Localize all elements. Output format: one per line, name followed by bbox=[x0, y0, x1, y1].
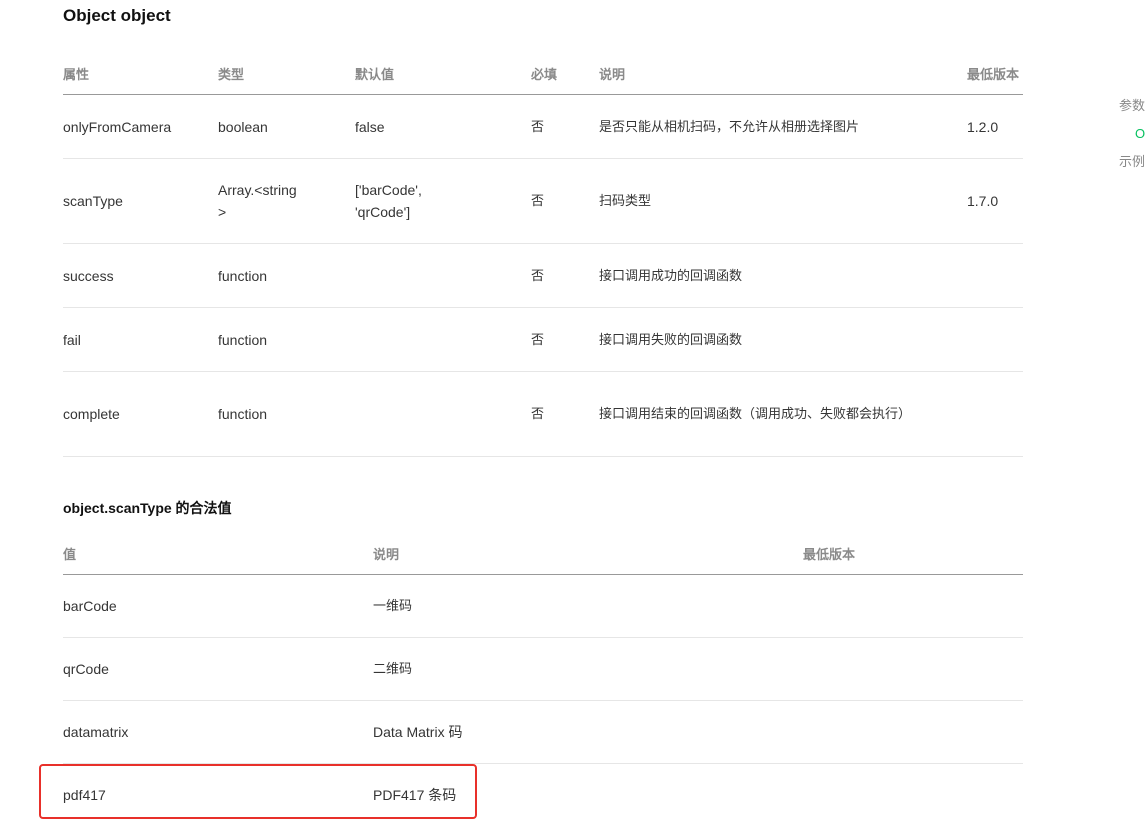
cell-min-version bbox=[967, 371, 1023, 457]
cell-type: boolean bbox=[218, 94, 355, 159]
scantype-values-table: 值 说明 最低版本 barCode 一维码 qrCode 二维码 datamat bbox=[63, 532, 1023, 826]
cell-value: pdf417 bbox=[63, 763, 373, 826]
cell-value: qrCode bbox=[63, 637, 373, 701]
header-property: 属性 bbox=[63, 52, 218, 95]
cell-property: onlyFromCamera bbox=[63, 94, 218, 159]
header-type: 类型 bbox=[218, 52, 355, 95]
cell-property: fail bbox=[63, 307, 218, 372]
cell-required: 否 bbox=[531, 371, 599, 457]
cell-property: complete bbox=[63, 371, 218, 457]
toc-item-params[interactable]: 参数 bbox=[1119, 96, 1145, 124]
cell-type: function bbox=[218, 307, 355, 372]
table-row: datamatrix Data Matrix 码 bbox=[63, 700, 1023, 764]
cell-description: 接口调用结束的回调函数（调用成功、失败都会执行） bbox=[599, 371, 967, 457]
cell-default: false bbox=[355, 94, 531, 159]
header-value: 值 bbox=[63, 532, 373, 575]
table-row: success function 否 接口调用成功的回调函数 bbox=[63, 243, 1023, 308]
cell-type: function bbox=[218, 243, 355, 308]
cell-default bbox=[355, 307, 531, 372]
cell-required: 否 bbox=[531, 307, 599, 372]
cell-required: 否 bbox=[531, 158, 599, 244]
cell-default bbox=[355, 243, 531, 308]
table-row: fail function 否 接口调用失败的回调函数 bbox=[63, 307, 1023, 372]
cell-min-version bbox=[803, 637, 1023, 701]
table-row: barCode 一维码 bbox=[63, 574, 1023, 638]
doc-page: Object object 属性 类型 默认值 必填 说明 最低版本 onlyF… bbox=[0, 0, 1147, 826]
cell-min-version bbox=[803, 574, 1023, 638]
header-default: 默认值 bbox=[355, 52, 531, 95]
cell-min-version: 1.7.0 bbox=[967, 158, 1023, 244]
table-header-row: 值 说明 最低版本 bbox=[63, 532, 1023, 575]
header-description: 说明 bbox=[373, 532, 803, 575]
toc-item-object[interactable]: O bbox=[1119, 124, 1145, 152]
table-header-row: 属性 类型 默认值 必填 说明 最低版本 bbox=[63, 52, 1023, 95]
cell-description: 接口调用失败的回调函数 bbox=[599, 307, 967, 372]
cell-default-text: ['barCode', 'qrCode'] bbox=[355, 182, 422, 220]
cell-default bbox=[355, 371, 531, 457]
cell-description: 扫码类型 bbox=[599, 158, 967, 244]
cell-type: Array.<string> bbox=[218, 158, 355, 244]
cell-description: 接口调用成功的回调函数 bbox=[599, 243, 967, 308]
cell-value: datamatrix bbox=[63, 700, 373, 764]
cell-type-text: Array.<string> bbox=[218, 182, 297, 220]
cell-value: barCode bbox=[63, 574, 373, 638]
cell-default: ['barCode', 'qrCode'] bbox=[355, 158, 531, 244]
cell-property: scanType bbox=[63, 158, 218, 244]
table-row: qrCode 二维码 bbox=[63, 637, 1023, 701]
cell-description: PDF417 条码 bbox=[373, 763, 803, 826]
table-row: complete function 否 接口调用结束的回调函数（调用成功、失败都… bbox=[63, 371, 1023, 457]
toc-item-example[interactable]: 示例 bbox=[1119, 152, 1145, 180]
cell-property: success bbox=[63, 243, 218, 308]
section-title-scantype: object.scanType 的合法值 bbox=[63, 500, 232, 516]
header-description: 说明 bbox=[599, 52, 967, 95]
header-min-version: 最低版本 bbox=[803, 532, 1023, 575]
cell-description: Data Matrix 码 bbox=[373, 700, 803, 764]
object-properties-table: 属性 类型 默认值 必填 说明 最低版本 onlyFromCamera bool… bbox=[63, 52, 1023, 457]
table-row: onlyFromCamera boolean false 否 是否只能从相机扫码… bbox=[63, 94, 1023, 159]
section-title-object: Object object bbox=[63, 6, 171, 25]
cell-min-version bbox=[967, 307, 1023, 372]
cell-required: 否 bbox=[531, 94, 599, 159]
cell-min-version bbox=[967, 243, 1023, 308]
cell-min-version bbox=[803, 763, 1023, 826]
cell-description: 二维码 bbox=[373, 637, 803, 701]
cell-description-text: 接口调用结束的回调函数（调用成功、失败都会执行） bbox=[599, 406, 912, 421]
header-min-version: 最低版本 bbox=[967, 52, 1023, 95]
cell-type: function bbox=[218, 371, 355, 457]
cell-required: 否 bbox=[531, 243, 599, 308]
right-toc-nav: 参数 O 示例 bbox=[1119, 96, 1145, 180]
cell-description: 是否只能从相机扫码，不允许从相册选择图片 bbox=[599, 94, 967, 159]
header-required: 必填 bbox=[531, 52, 599, 95]
table-row: pdf417 PDF417 条码 bbox=[63, 763, 1023, 826]
table-row: scanType Array.<string> ['barCode', 'qrC… bbox=[63, 158, 1023, 244]
cell-min-version: 1.2.0 bbox=[967, 94, 1023, 159]
cell-min-version bbox=[803, 700, 1023, 764]
cell-description: 一维码 bbox=[373, 574, 803, 638]
